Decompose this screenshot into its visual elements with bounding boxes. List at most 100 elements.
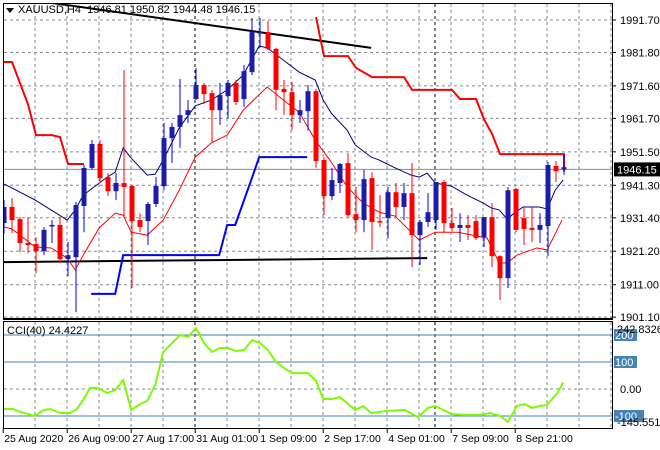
- fast-ma-line: [4, 45, 564, 221]
- bearish-candle: [17, 219, 23, 244]
- bearish-candle: [409, 193, 415, 236]
- bearish-candle: [25, 243, 31, 246]
- time-label: 2 Sep 17:00: [324, 433, 381, 445]
- current-price-label: 1946.15: [617, 164, 657, 176]
- cci-zero-label: 0.00: [620, 384, 641, 396]
- bearish-candle: [201, 84, 207, 95]
- bullish-candle: [161, 138, 167, 186]
- bullish-candle: [89, 143, 95, 168]
- bullish-candle: [73, 204, 79, 258]
- bullish-candle: [545, 164, 551, 226]
- bearish-candle: [553, 165, 559, 172]
- high-value: 1950.82: [129, 4, 170, 16]
- bearish-candle: [233, 82, 239, 102]
- bearish-candle: [321, 160, 327, 197]
- main-plot: [4, 4, 567, 313]
- bearish-candle: [473, 221, 479, 239]
- cci-min-label: -145.5517: [617, 417, 660, 429]
- cci-plot: [4, 326, 565, 424]
- bullish-candle: [385, 192, 391, 219]
- bearish-candle: [353, 214, 359, 221]
- time-label: 31 Aug 01:00: [196, 433, 258, 445]
- bearish-candle: [513, 188, 519, 230]
- price-tick-label: 1981.80: [620, 47, 660, 59]
- bearish-candle: [121, 183, 127, 187]
- upper-channel-line: [4, 60, 84, 165]
- bullish-candle: [481, 217, 487, 238]
- bullish-candle: [297, 110, 303, 116]
- bullish-candle: [145, 204, 151, 222]
- price-tick-label: 1911.00: [620, 280, 659, 292]
- time-label: 26 Aug 09:00: [68, 433, 130, 445]
- cci-line: [4, 326, 565, 424]
- time-label: 8 Sep 21:00: [516, 433, 573, 445]
- main-panel-frame: [3, 3, 613, 319]
- bearish-candle: [441, 182, 447, 224]
- bearish-candle: [497, 256, 503, 279]
- cci-level-label: 100: [615, 357, 633, 369]
- bullish-candle: [417, 222, 423, 236]
- bearish-candle: [313, 91, 319, 162]
- bullish-candle: [337, 163, 343, 184]
- bearish-candle: [137, 220, 143, 227]
- bearish-candle: [9, 206, 15, 221]
- price-tick-label: 1931.40: [620, 213, 660, 225]
- bullish-candle: [65, 255, 71, 260]
- bearish-candle: [129, 185, 135, 222]
- time-label: 25 Aug 2020: [4, 433, 63, 445]
- bullish-candle: [249, 32, 255, 73]
- bearish-candle: [281, 88, 287, 93]
- bearish-candle: [521, 218, 527, 229]
- price-chart[interactable]: 1991.70 1981.80 1971.60 1961.70 1951.50 1941.…: [0, 0, 660, 450]
- bearish-candle: [273, 48, 279, 90]
- bullish-candle: [225, 82, 231, 97]
- bullish-candle: [401, 193, 407, 207]
- bearish-candle: [265, 32, 271, 49]
- bullish-candle: [49, 225, 55, 227]
- cci-max-label: 242.8326: [617, 324, 660, 336]
- bullish-candle: [537, 225, 543, 230]
- dropdown-triangle-icon[interactable]: [6, 7, 14, 13]
- bullish-candle: [241, 71, 247, 100]
- bearish-candle: [97, 143, 103, 179]
- bearish-candle: [57, 225, 63, 260]
- bullish-candle: [457, 225, 463, 228]
- bullish-candle: [305, 91, 311, 112]
- bullish-candle: [505, 190, 511, 279]
- bearish-candle: [529, 227, 535, 230]
- bearish-candle: [105, 177, 111, 192]
- low-value: 1944.48: [172, 4, 213, 16]
- open-value: 1946.81: [87, 4, 127, 16]
- upper-channel-line: [315, 16, 565, 172]
- bullish-candle: [185, 110, 191, 116]
- time-label: 4 Sep 01:00: [388, 433, 445, 445]
- bullish-candle: [169, 126, 175, 139]
- bearish-candle: [289, 92, 295, 116]
- cci-panel-frame: [3, 321, 613, 429]
- bearish-candle: [449, 223, 455, 228]
- bullish-candle: [217, 95, 223, 111]
- time-label: 7 Sep 09:00: [452, 433, 509, 445]
- bullish-candle: [361, 179, 367, 221]
- bearish-candle: [465, 225, 471, 228]
- time-label: 27 Aug 17:00: [132, 433, 194, 445]
- chart-header: XAUUSD,H4 1946.81 1950.82 1944.48 1946.1…: [6, 4, 255, 16]
- cci-last-value: 24.4227: [48, 325, 89, 337]
- bearish-candle: [377, 221, 383, 223]
- bullish-candle: [113, 183, 119, 192]
- bullish-candle: [433, 182, 439, 221]
- bullish-candle: [153, 185, 159, 205]
- bearish-candle: [489, 217, 495, 257]
- bullish-candle: [41, 229, 47, 252]
- symbol-label: XAUUSD,H4: [18, 4, 81, 16]
- price-tick-label: 1991.70: [620, 15, 660, 27]
- bullish-candle: [329, 180, 335, 197]
- bullish-candle: [193, 84, 199, 100]
- price-tick-label: 1921.20: [620, 246, 660, 258]
- price-tick-label: 1951.50: [620, 147, 660, 159]
- bullish-candle: [257, 32, 263, 34]
- bullish-candle: [561, 167, 567, 170]
- bearish-candle: [369, 178, 375, 223]
- bearish-candle: [345, 163, 351, 216]
- bullish-candle: [425, 212, 431, 223]
